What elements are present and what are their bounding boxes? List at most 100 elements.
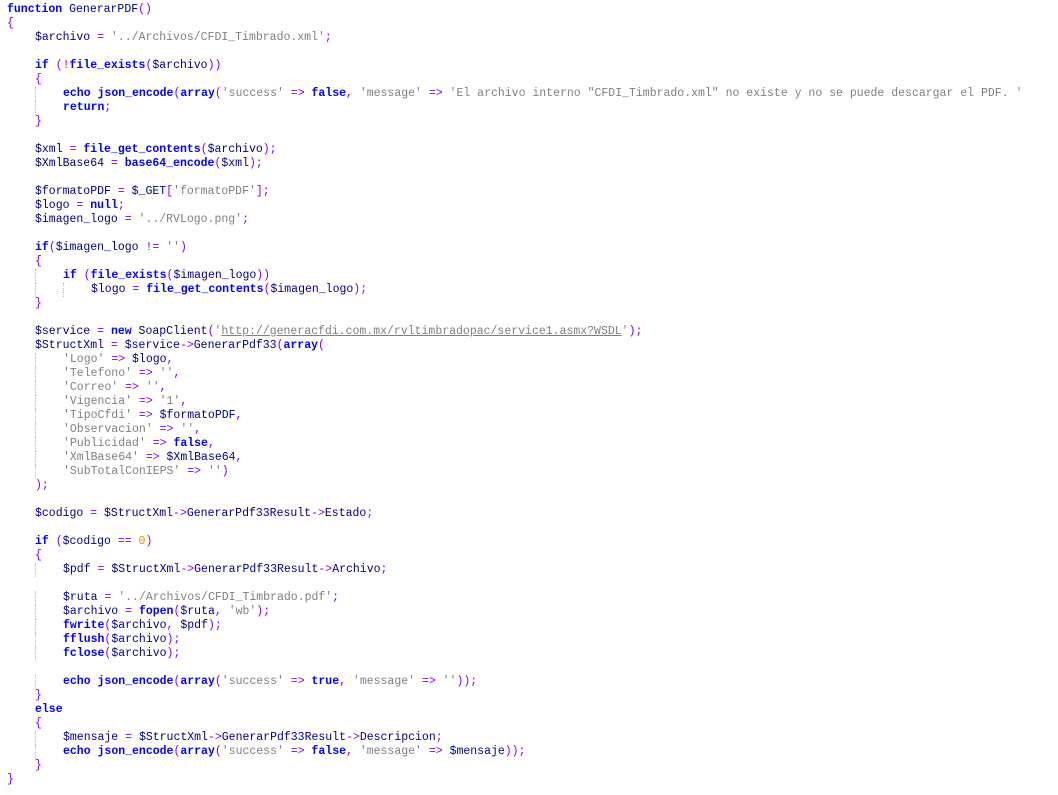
code-token: -> [179, 339, 194, 352]
code-line[interactable]: $service = new SoapClient('http://genera… [0, 325, 1058, 339]
code-token: { [35, 255, 42, 268]
code-line[interactable]: if (file_exists($imagen_logo)) [0, 269, 1058, 283]
code-line[interactable]: $XmlBase64 = base64_encode($xml); [0, 157, 1058, 171]
code-line[interactable]: echo json_encode(array('success' => true… [0, 675, 1058, 689]
code-line[interactable]: 'Vigencia' => '1', [0, 395, 1058, 409]
code-line[interactable] [0, 129, 1058, 143]
code-token: 'message' [352, 675, 416, 688]
code-line[interactable]: ); [0, 479, 1058, 493]
code-line[interactable]: 'Publicidad' => false, [0, 437, 1058, 451]
code-line[interactable]: $ruta = '../Archivos/CFDI_Timbrado.pdf'; [0, 591, 1058, 605]
code-token: array [283, 339, 319, 352]
code-token: ; [117, 199, 125, 212]
code-line[interactable]: if (!file_exists($archivo)) [0, 59, 1058, 73]
code-line[interactable]: $logo = null; [0, 199, 1058, 213]
code-line[interactable] [0, 227, 1058, 241]
code-token: 'Telefono' [63, 367, 133, 380]
code-line[interactable]: else [0, 703, 1058, 717]
code-token: 'TipoCfdi' [63, 409, 133, 422]
indent-guide [35, 437, 36, 451]
code-line[interactable]: { [0, 549, 1058, 563]
code-line[interactable]: $imagen_logo = '../RVLogo.png'; [0, 213, 1058, 227]
code-line[interactable]: } [0, 773, 1058, 787]
code-token: 'success' [221, 675, 284, 688]
code-token: , [166, 353, 174, 366]
code-token: } [35, 297, 42, 310]
indent-guide [35, 87, 36, 101]
code-line[interactable]: 'SubTotalConIEPS' => '') [0, 465, 1058, 479]
code-line[interactable]: 'TipoCfdi' => $formatoPDF, [0, 409, 1058, 423]
code-token: file_get_contents [146, 283, 264, 296]
code-token: $logo [35, 199, 70, 212]
code-line[interactable]: { [0, 17, 1058, 31]
code-line[interactable]: 'Logo' => $logo, [0, 353, 1058, 367]
code-token: = [62, 143, 84, 156]
code-line[interactable]: } [0, 759, 1058, 773]
code-token: Descripcion [359, 731, 436, 744]
code-editor[interactable]: function GenerarPDF(){$archivo = '../Arc… [0, 0, 1058, 795]
code-line[interactable]: { [0, 255, 1058, 269]
code-line[interactable]: fclose($archivo); [0, 647, 1058, 661]
code-token: $archivo [35, 31, 91, 44]
code-line[interactable] [0, 171, 1058, 185]
code-token: 'SubTotalConIEPS' [63, 465, 181, 478]
code-line[interactable]: $archivo = '../Archivos/CFDI_Timbrado.xm… [0, 31, 1058, 45]
code-token: () [138, 3, 152, 16]
code-line[interactable]: if ($codigo == 0) [0, 535, 1058, 549]
code-line[interactable]: { [0, 73, 1058, 87]
code-token: $logo [91, 283, 126, 296]
code-token: ); [166, 647, 181, 660]
code-token: -> [318, 563, 333, 576]
code-line[interactable]: return; [0, 101, 1058, 115]
code-line[interactable]: $mensaje = $StructXml->GenerarPdf33Resul… [0, 731, 1058, 745]
code-line[interactable] [0, 577, 1058, 591]
code-line[interactable]: 'Observacion' => '', [0, 423, 1058, 437]
indent-guide [35, 451, 36, 465]
code-line[interactable] [0, 521, 1058, 535]
code-line[interactable]: 'Correo' => '', [0, 381, 1058, 395]
code-token: => [118, 381, 146, 394]
code-line[interactable]: 'Telefono' => '', [0, 367, 1058, 381]
code-line[interactable] [0, 661, 1058, 675]
code-token: $XmlBase64 [35, 157, 105, 170]
code-line[interactable] [0, 45, 1058, 59]
code-line[interactable]: echo json_encode(array('success' => fals… [0, 87, 1058, 101]
code-line[interactable]: fflush($archivo); [0, 633, 1058, 647]
code-line[interactable] [0, 311, 1058, 325]
code-token: => [132, 395, 160, 408]
code-line[interactable]: { [0, 717, 1058, 731]
code-line[interactable]: } [0, 115, 1058, 129]
code-token: false [311, 87, 347, 100]
code-line[interactable]: $codigo = $StructXml->GenerarPdf33Result… [0, 507, 1058, 521]
code-line[interactable]: $StructXml = $service->GenerarPdf33(arra… [0, 339, 1058, 353]
code-line[interactable]: fwrite($archivo, $pdf); [0, 619, 1058, 633]
code-line[interactable]: 'XmlBase64' => $XmlBase64, [0, 451, 1058, 465]
code-token: '' [145, 381, 160, 394]
code-line[interactable]: function GenerarPDF() [0, 3, 1058, 17]
code-line[interactable]: $pdf = $StructXml->GenerarPdf33Result->A… [0, 563, 1058, 577]
code-token: )); [456, 675, 478, 688]
code-line[interactable]: } [0, 297, 1058, 311]
code-token: = [97, 591, 119, 604]
code-line[interactable]: $logo = file_get_contents($imagen_logo); [0, 283, 1058, 297]
code-token: $StructXml [111, 563, 181, 576]
code-line[interactable]: $formatoPDF = $_GET['formatoPDF']; [0, 185, 1058, 199]
code-token: , [180, 395, 188, 408]
code-token: , [235, 451, 243, 464]
code-token: 'formatoPDF' [173, 185, 256, 198]
code-token: $imagen_logo [55, 241, 139, 254]
code-token: GenerarPdf33Result [221, 731, 346, 744]
code-token: = [90, 563, 112, 576]
code-token: -> [173, 507, 187, 520]
code-line[interactable]: $xml = file_get_contents($archivo); [0, 143, 1058, 157]
code-line[interactable]: $archivo = fopen($ruta, 'wb'); [0, 605, 1058, 619]
code-line[interactable]: echo json_encode(array('success' => fals… [0, 745, 1058, 759]
code-line[interactable] [0, 493, 1058, 507]
code-token: -> [311, 507, 325, 520]
code-token: 'message' [359, 87, 422, 100]
code-line[interactable]: if($imagen_logo != '') [0, 241, 1058, 255]
code-token: file_get_contents [83, 143, 201, 156]
code-token: ) [179, 241, 187, 254]
code-token: 'Observacion' [63, 423, 153, 436]
code-line[interactable]: } [0, 689, 1058, 703]
